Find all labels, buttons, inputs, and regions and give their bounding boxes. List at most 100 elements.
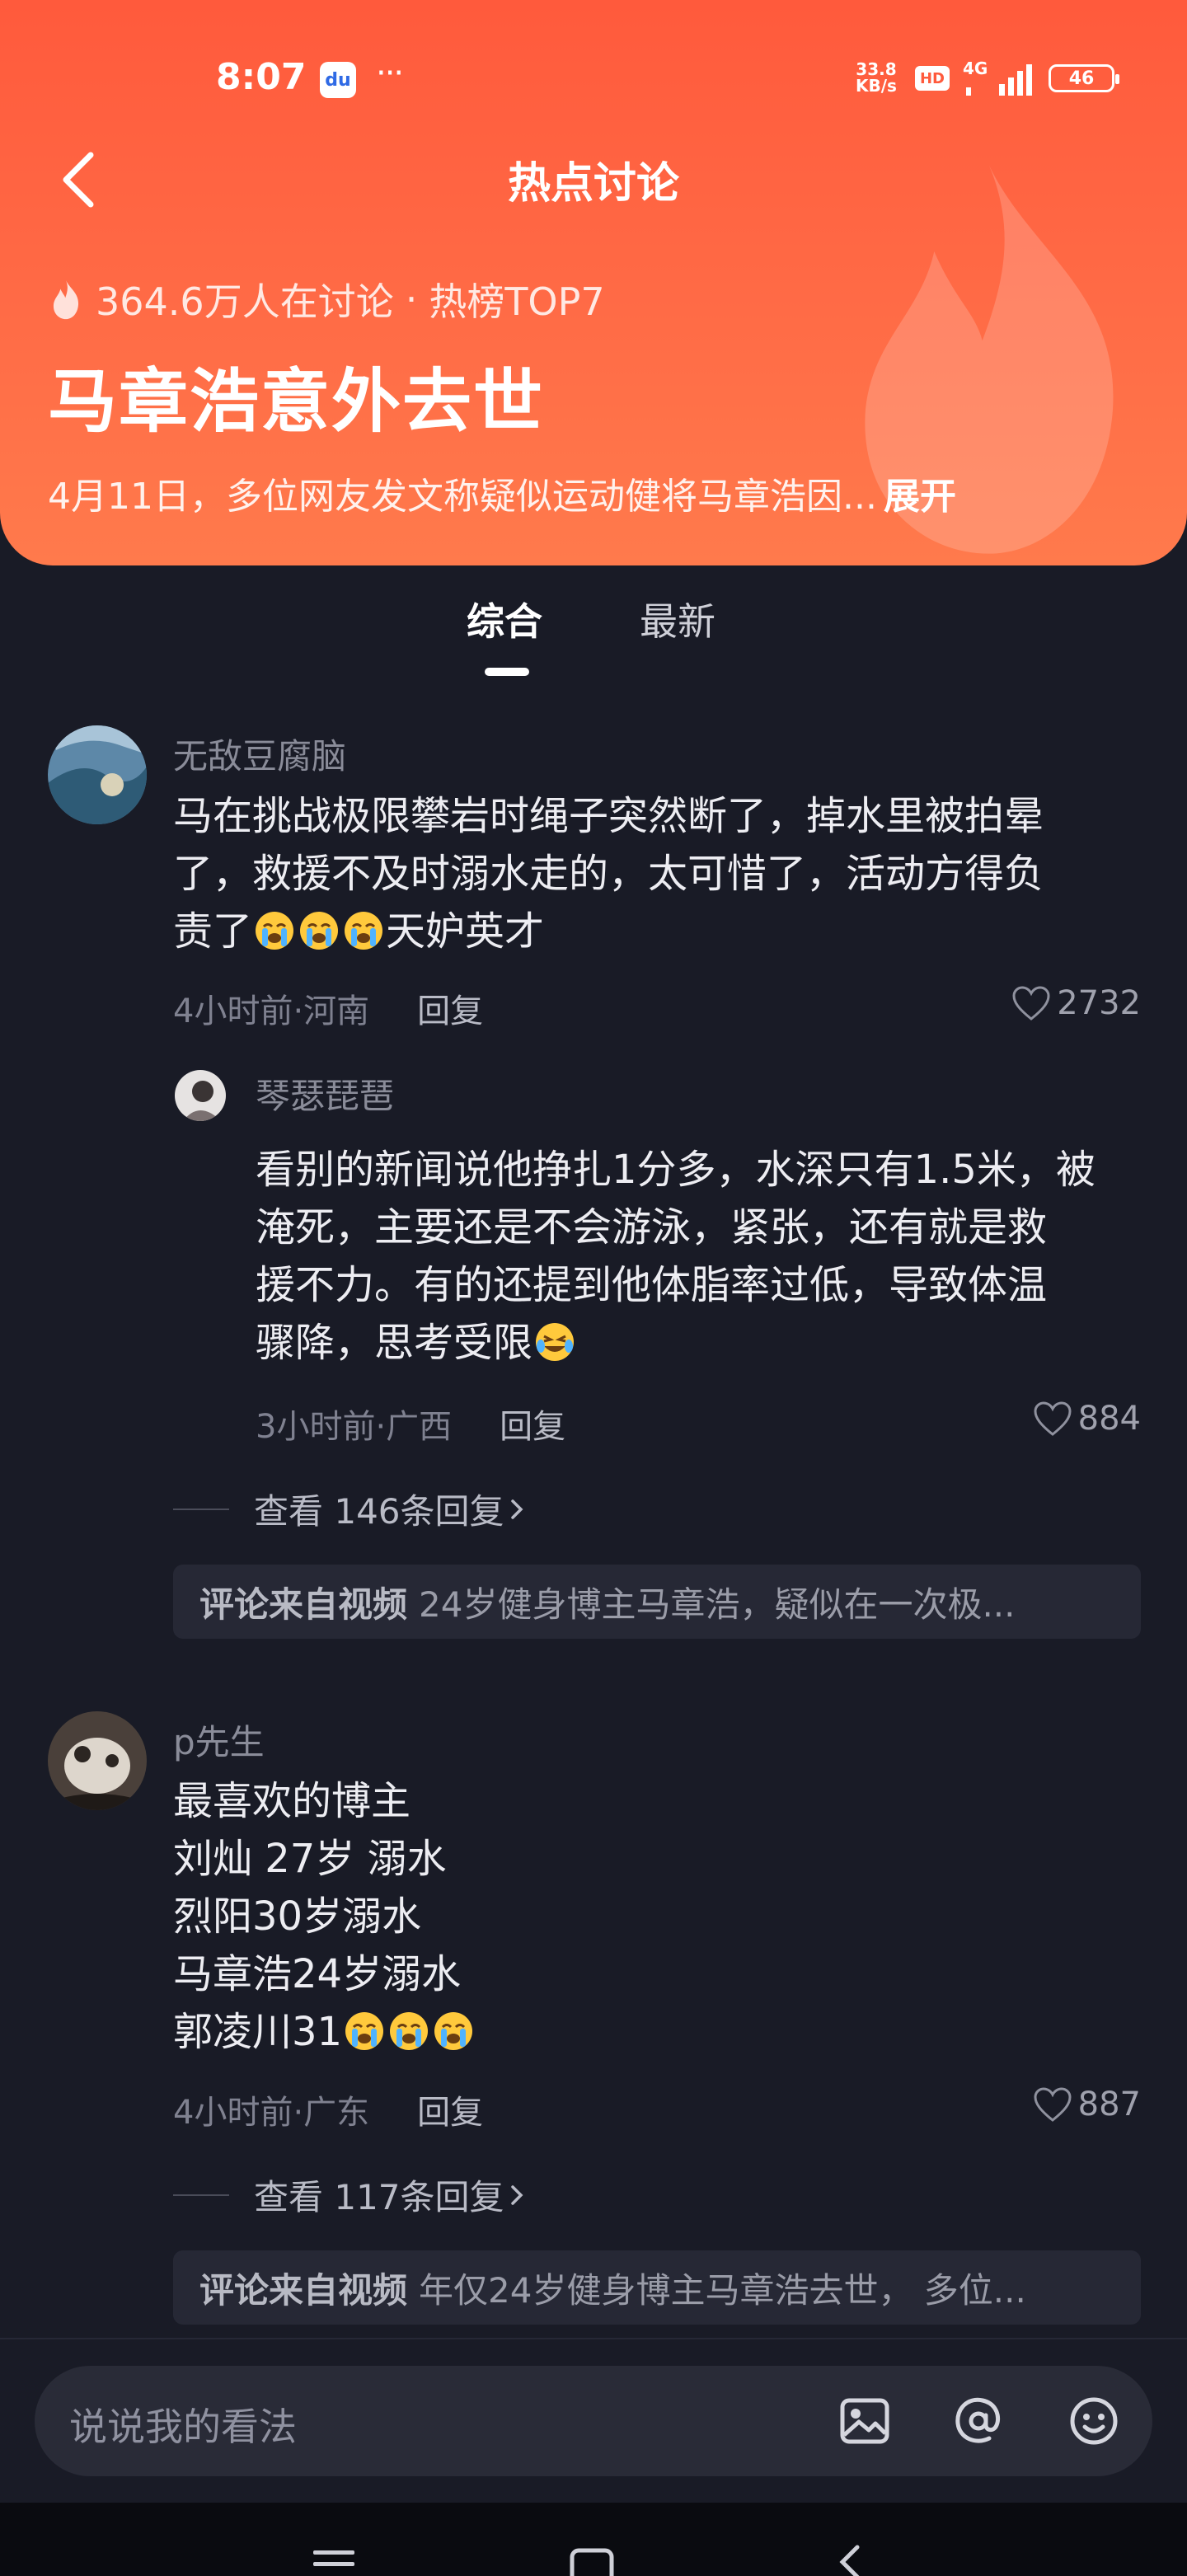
view-replies-button[interactable]: 查看 117条回复 <box>173 2170 529 2220</box>
comment-text: 最喜欢的博主 刘灿 27岁 溺水 烈阳30岁溺水 马章浩24岁溺水 郭凌川31 <box>173 1772 1146 2061</box>
comment-line-end: 天妒英才 <box>386 908 545 955</box>
comment-username[interactable]: p先生 <box>173 1715 265 1765</box>
comment-username[interactable]: 无敌豆腐脑 <box>173 729 346 779</box>
reply-meta: 3小时前·广西 回复 <box>256 1400 565 1448</box>
source-label: 评论来自视频 <box>199 2269 408 2311</box>
hot-rank[interactable]: 热榜TOP7 <box>429 272 604 326</box>
reply-username[interactable]: 琴瑟琵琶 <box>256 1068 394 1119</box>
heart-icon <box>1034 2087 1072 2122</box>
like-button[interactable]: 884 <box>1032 1400 1141 1438</box>
status-bar: 8:07 du ··· 33.8 KB/s HD 4G 46 <box>0 0 1187 157</box>
like-count: 2732 <box>1057 984 1141 1022</box>
heart-icon <box>1034 1401 1072 1436</box>
comment-line: 郭凌川31 <box>173 2003 1146 2061</box>
hd-badge: HD <box>915 66 950 91</box>
signal-icon: 4G <box>963 59 1032 96</box>
reply-button[interactable]: 回复 <box>417 984 483 1032</box>
comment-meta: 4小时前·广东 回复 <box>173 2086 483 2133</box>
reply-line: 骤降，思考受限 <box>256 1314 1154 1372</box>
system-nav-bar <box>0 2503 1187 2576</box>
source-text: 24岁健身博主马章浩，疑似在一次极... <box>419 1584 1016 1625</box>
avatar[interactable] <box>175 1070 226 1121</box>
topic-headline: 马章浩意外去世 <box>48 361 545 442</box>
comment-input-bar[interactable]: 说说我的看法 <box>35 2366 1152 2476</box>
topic-header: 8:07 du ··· 33.8 KB/s HD 4G 46 热点讨论 364.… <box>0 0 1187 565</box>
reply-line: 淹死，主要还是不会游泳，紧张，还有就是救 <box>256 1204 1048 1250</box>
comment-input-placeholder[interactable]: 说说我的看法 <box>69 2397 297 2452</box>
tab-bar: 综合 最新 <box>0 592 1187 683</box>
crying-emoji <box>345 912 383 950</box>
emoji-icon[interactable] <box>1062 2389 1126 2453</box>
comment-meta: 4小时前·河南 回复 <box>173 984 483 1032</box>
crying-emoji <box>390 2012 429 2050</box>
comment-line: 刘灿 27岁 溺水 <box>173 1836 447 1882</box>
nav-back-icon[interactable] <box>833 2544 866 2576</box>
source-text: 年仅24岁健身博主马章浩去世， 多位... <box>419 2269 1026 2311</box>
video-source-card[interactable]: 评论来自视频 年仅24岁健身博主马章浩去世， 多位... <box>173 2250 1141 2325</box>
laughing-crying-emoji <box>536 1323 575 1361</box>
summary-text: 4月11日，多位网友发文称疑似运动健将马章浩因... <box>48 476 877 518</box>
expand-button[interactable]: 展开 <box>884 476 956 518</box>
tab-comprehensive[interactable]: 综合 <box>467 592 542 646</box>
home-icon[interactable] <box>569 2547 615 2576</box>
comment-time-location: 4小时前·河南 <box>173 992 370 1030</box>
comment-line-start: 责了 <box>173 908 253 955</box>
divider-line <box>173 1508 229 1510</box>
comment-line: 了，救援不及时溺水走的，太可惜了，活动方得负 <box>173 851 1044 897</box>
more-notifications-icon: ··· <box>376 54 404 92</box>
comment-line: 马章浩24岁溺水 <box>173 1951 462 1997</box>
meta-separator: · <box>405 277 418 321</box>
comment-line-text: 郭凌川31 <box>173 2009 343 2055</box>
baidu-app-icon: du <box>320 62 356 98</box>
source-label: 评论来自视频 <box>199 1584 408 1625</box>
like-count: 884 <box>1077 1400 1141 1438</box>
view-replies-label: 查看 146条回复 <box>254 1491 504 1532</box>
image-icon[interactable] <box>833 2389 897 2453</box>
page-title: 热点讨论 <box>507 159 679 209</box>
like-button[interactable]: 887 <box>1032 2086 1141 2123</box>
avatar[interactable] <box>48 725 147 824</box>
baidu-app-label: du <box>325 69 351 91</box>
reply-line-text: 骤降，思考受限 <box>256 1320 533 1366</box>
network-type: 4G <box>963 59 988 78</box>
reply-line: 看别的新闻说他挣扎1分多，水深只有1.5米，被 <box>256 1147 1096 1193</box>
crying-emoji <box>300 912 339 950</box>
topic-summary: 4月11日，多位网友发文称疑似运动健将马章浩因... 展开 <box>48 467 956 519</box>
battery-level: 46 <box>1068 68 1095 89</box>
chevron-right-icon <box>510 2184 523 2205</box>
tab-active-indicator <box>485 668 529 676</box>
net-speed-unit: KB/s <box>856 76 897 96</box>
battery-icon: 46 <box>1049 64 1119 92</box>
net-speed: 33.8 KB/s <box>856 61 897 94</box>
menu-icon[interactable] <box>312 2549 356 2576</box>
crying-emoji <box>256 912 294 950</box>
crying-emoji <box>434 2012 473 2050</box>
like-count: 887 <box>1077 2086 1141 2123</box>
status-time: 8:07 <box>216 56 307 98</box>
net-speed-value: 33.8 <box>856 59 897 79</box>
topic-meta: 364.6万人在讨论 · 热榜TOP7 <box>48 272 605 326</box>
comment-time-location: 4小时前·广东 <box>173 2094 370 2132</box>
comment-text: 马在挑战极限攀岩时绳子突然断了，掉水里被拍晕 了，救援不及时溺水走的，太可惜了，… <box>173 787 1146 960</box>
flame-icon <box>53 280 79 320</box>
comment-line: 烈阳30岁溺水 <box>173 1893 422 1940</box>
comment-line: 最喜欢的博主 <box>173 1778 411 1824</box>
heart-icon <box>1012 986 1050 1021</box>
like-button[interactable]: 2732 <box>1011 984 1141 1022</box>
reply-button[interactable]: 回复 <box>417 2086 483 2133</box>
at-icon[interactable] <box>946 2389 1011 2453</box>
avatar[interactable] <box>48 1711 147 1810</box>
comment-line: 责了 天妒英才 <box>173 903 1146 960</box>
comment-line: 马在挑战极限攀岩时绳子突然断了，掉水里被拍晕 <box>173 793 1044 839</box>
video-source-card[interactable]: 评论来自视频 24岁健身博主马章浩，疑似在一次极... <box>173 1565 1141 1639</box>
reply-line: 援不力。有的还提到他体脂率过低，导致体温 <box>256 1262 1048 1308</box>
tab-latest[interactable]: 最新 <box>640 592 715 646</box>
participant-count: 364.6万人在讨论 <box>96 279 394 324</box>
chevron-right-icon <box>510 1499 523 1519</box>
view-replies-button[interactable]: 查看 146条回复 <box>173 1484 529 1534</box>
reply-time-location: 3小时前·广西 <box>256 1408 453 1446</box>
bottom-divider <box>0 2338 1187 2339</box>
reply-button[interactable]: 回复 <box>500 1400 565 1448</box>
divider-line <box>173 2194 229 2196</box>
crying-emoji <box>345 2012 384 2050</box>
